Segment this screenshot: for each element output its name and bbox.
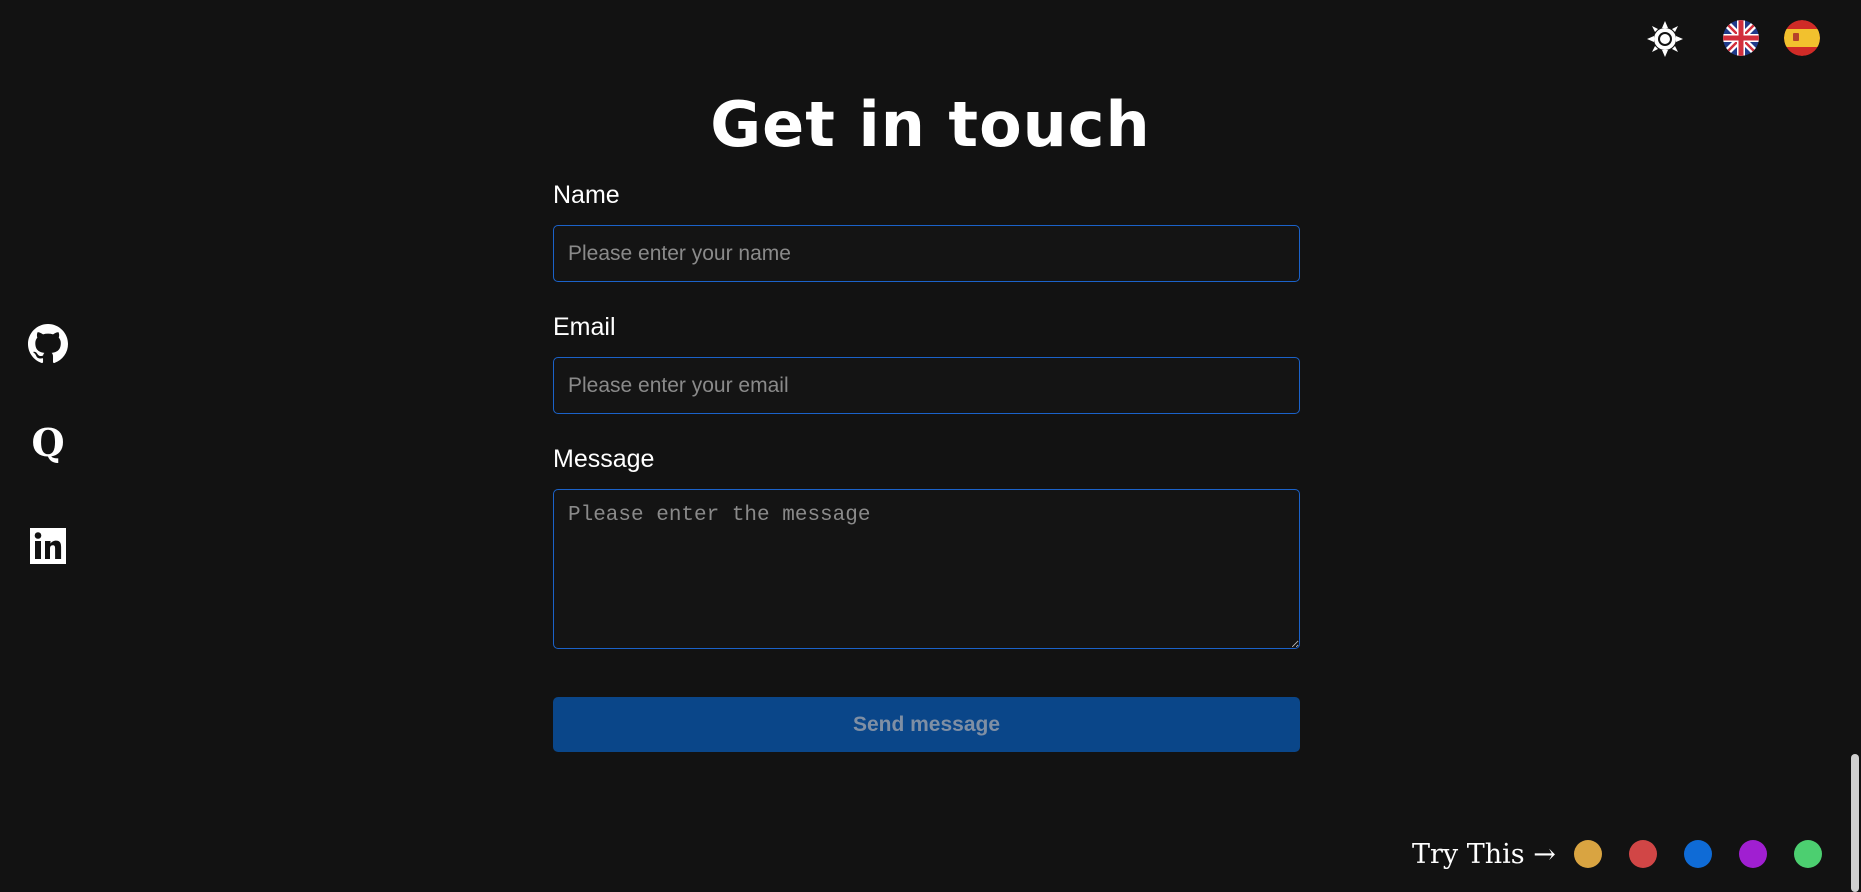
email-input[interactable] [553, 357, 1300, 414]
uk-flag-icon [1723, 20, 1759, 56]
github-link[interactable] [26, 322, 70, 366]
message-textarea[interactable] [553, 489, 1300, 649]
message-label: Message [553, 445, 655, 473]
color-swatch-purple[interactable] [1738, 840, 1767, 868]
contact-form: Name Email Message Send message [553, 180, 1300, 752]
name-input[interactable] [553, 225, 1300, 282]
quora-link[interactable]: Q [26, 422, 70, 466]
color-swatch-blue[interactable] [1683, 840, 1712, 868]
linkedin-icon [30, 528, 66, 564]
message-group: Message [553, 444, 1300, 649]
github-icon [28, 324, 68, 364]
color-swatch-gold[interactable] [1573, 840, 1602, 868]
page-scrollbar[interactable] [1849, 0, 1861, 892]
sun-icon [1647, 21, 1683, 57]
name-group: Name [553, 180, 1300, 282]
email-group: Email [553, 312, 1300, 414]
color-swatch-red[interactable] [1628, 840, 1657, 868]
quora-icon: Q [31, 424, 64, 464]
page-title: Get in touch [710, 88, 1151, 161]
name-label: Name [553, 181, 620, 209]
svg-text:Q: Q [31, 424, 64, 464]
try-this-label: Try This → [1412, 838, 1556, 870]
color-picker: Try This → [1412, 834, 1849, 874]
email-label: Email [553, 313, 616, 341]
linkedin-link[interactable] [26, 524, 70, 568]
language-es-button[interactable] [1784, 20, 1820, 56]
contact-page: Q Get in touch Name Email Message Send [0, 0, 1861, 892]
send-message-button[interactable]: Send message [553, 697, 1300, 752]
color-swatch-green[interactable] [1793, 840, 1822, 868]
language-en-button[interactable] [1723, 20, 1759, 56]
spain-flag-icon [1784, 20, 1820, 56]
theme-toggle-button[interactable] [1646, 20, 1684, 58]
scrollbar-thumb[interactable] [1851, 754, 1859, 892]
